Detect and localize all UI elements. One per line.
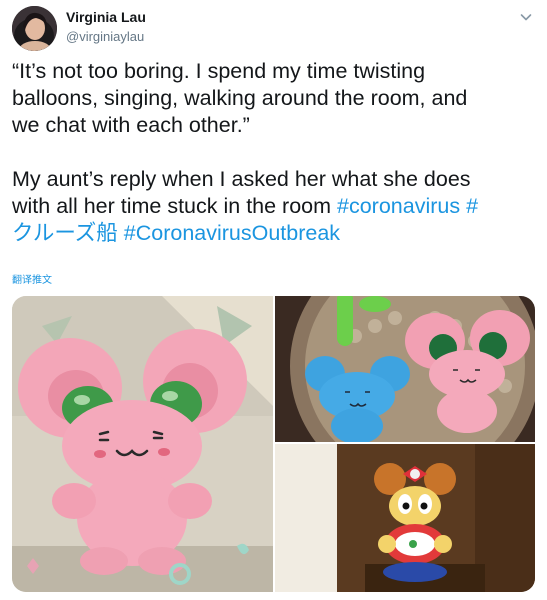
tweet-card: Virginia Lau @virginiaylau “It’s not too… [0, 0, 547, 600]
reply-line: with all her time stuck in the room #cor… [12, 193, 537, 220]
author-handle[interactable]: @virginiaylau [66, 29, 144, 44]
translate-tweet-link[interactable]: 翻译推文 [12, 271, 52, 286]
reply-line: My aunt’s reply when I asked her what sh… [12, 167, 471, 191]
media-grid [12, 296, 535, 592]
chevron-down-icon[interactable] [519, 10, 533, 24]
hashtag-cruise-ship-prefix[interactable]: # [460, 194, 478, 218]
quote-line: we chat with each other.” [12, 113, 250, 137]
hashtag-cruise-ship[interactable]: クルーズ船 [12, 221, 118, 245]
author-name[interactable]: Virginia Lau [66, 9, 146, 25]
reply-line: クルーズ船 #CoronavirusOutbreak [12, 220, 537, 247]
avatar[interactable] [12, 6, 57, 51]
quote-line: “It’s not too boring. I spend my time tw… [12, 59, 426, 83]
media-photo-pink-mouse[interactable] [12, 296, 273, 592]
hashtag-coronavirus[interactable]: #coronavirus [337, 194, 460, 218]
media-photo-blue-pink-mice[interactable] [275, 296, 535, 442]
media-photo-minnie-balloon[interactable] [275, 444, 535, 592]
hashtag-coronavirus-outbreak[interactable]: #CoronavirusOutbreak [118, 221, 340, 245]
reply-text: with all her time stuck in the room [12, 194, 338, 218]
tweet-text: “It’s not too boring. I spend my time tw… [12, 58, 537, 247]
quote-line: balloons, singing, walking around the ro… [12, 86, 468, 110]
